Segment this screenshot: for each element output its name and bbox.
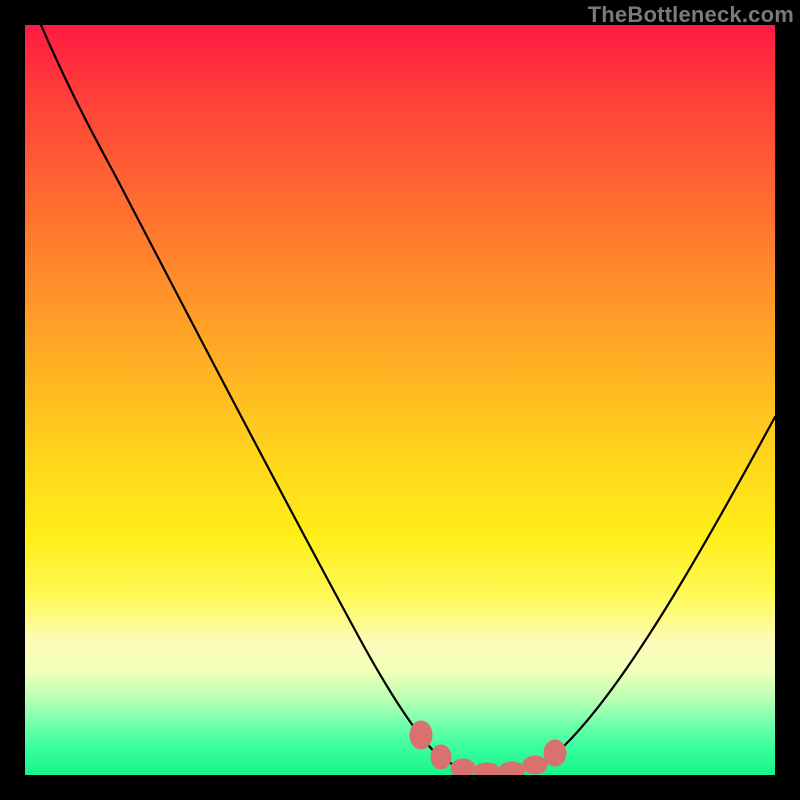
- marker: [544, 740, 566, 766]
- watermark-text: TheBottleneck.com: [588, 2, 794, 28]
- marker: [451, 759, 475, 775]
- marker: [431, 745, 451, 769]
- plot-area: [25, 25, 775, 775]
- plot-svg: [25, 25, 775, 775]
- bottleneck-curve: [41, 25, 775, 772]
- marker: [410, 721, 432, 749]
- marker-group: [410, 721, 566, 775]
- marker: [499, 762, 525, 775]
- chart-frame: TheBottleneck.com: [0, 0, 800, 800]
- marker: [523, 756, 547, 774]
- marker: [474, 763, 500, 775]
